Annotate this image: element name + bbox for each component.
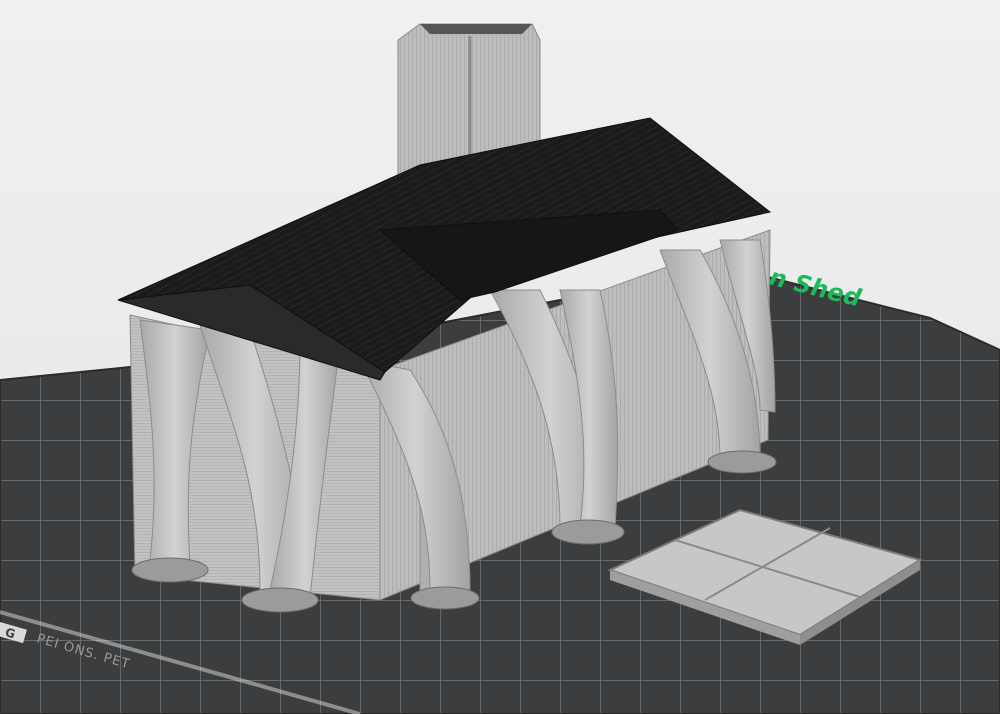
3d-viewport[interactable]: n Shed G PEI ONS. PET: [0, 0, 1000, 714]
scene-canvas[interactable]: n Shed G PEI ONS. PET: [0, 0, 1000, 714]
